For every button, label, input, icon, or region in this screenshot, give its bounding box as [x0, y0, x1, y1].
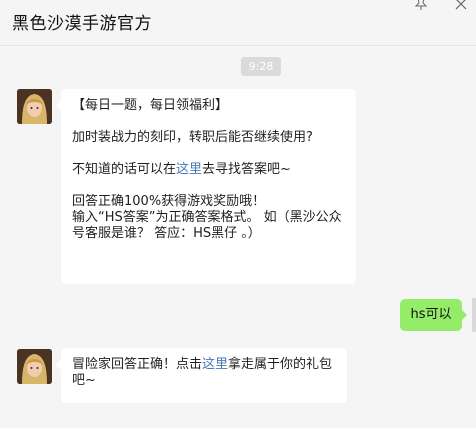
- message-line: 加时装战力的刻印，转职后能否继续使用?: [72, 130, 313, 145]
- message-line: 【每日一题，每日领福利】: [72, 98, 229, 113]
- message-line: 回答正确100%获得游戏奖励哦！ 输入“HS答案”为正确答案格式。 如（黑沙公众…: [72, 194, 342, 241]
- avatar[interactable]: [17, 349, 52, 384]
- avatar[interactable]: [17, 89, 52, 124]
- link-suffix: 去寻找答案吧~: [202, 162, 291, 177]
- link-prefix: 冒险家回答正确！点击: [72, 357, 203, 372]
- message-timestamp: 9:28: [241, 57, 281, 76]
- chat-header: 黑色沙漠手游官方: [0, 0, 476, 46]
- message-bubble-correct-answer: 冒险家回答正确！点击这里拿走属于你的礼包吧~: [56, 348, 347, 403]
- message-line: 冒险家回答正确！点击这里拿走属于你的礼包吧~: [72, 357, 337, 389]
- gift-link[interactable]: 这里: [202, 357, 228, 372]
- message-bubble-self: hs可以: [400, 299, 467, 331]
- link-prefix: 不知道的话可以在: [72, 162, 177, 177]
- message-bubble-daily-question: 【每日一题，每日领福利】 加时装战力的刻印，转职后能否继续使用? 不知道的话可以…: [56, 89, 356, 284]
- answer-link[interactable]: 这里: [176, 162, 202, 177]
- close-icon[interactable]: [455, 0, 467, 10]
- chat-title: 黑色沙漠手游官方: [12, 14, 152, 34]
- self-avatar[interactable]: [472, 298, 476, 332]
- message-line: 不知道的话可以在这里去寻找答案吧~: [72, 162, 346, 178]
- game-character-avatar-icon: [17, 89, 52, 124]
- pin-icon[interactable]: [414, 0, 428, 10]
- game-character-avatar-icon: [17, 349, 52, 384]
